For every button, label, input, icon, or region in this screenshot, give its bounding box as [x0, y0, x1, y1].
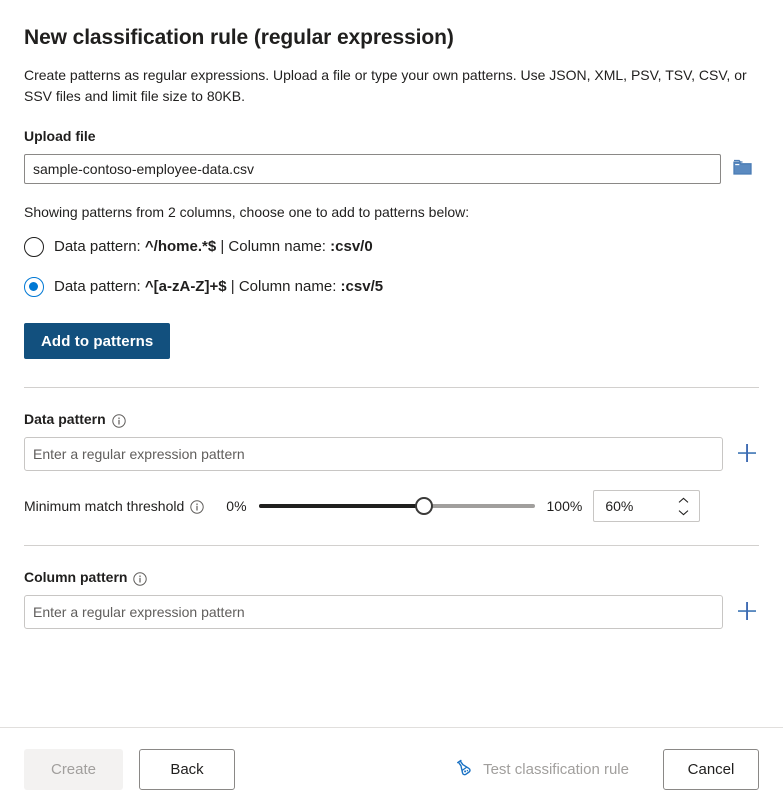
- browse-folder-button[interactable]: [732, 159, 752, 179]
- data-pattern-input[interactable]: [24, 437, 723, 471]
- pattern-option-1-data-prefix: Data pattern:: [54, 278, 145, 295]
- threshold-label: Minimum match threshold: [24, 498, 204, 514]
- upload-file-input[interactable]: [24, 154, 721, 184]
- threshold-decrement-button[interactable]: [676, 507, 690, 517]
- data-pattern-label-text: Data pattern: [24, 411, 106, 427]
- radio-button-unselected-icon[interactable]: [24, 237, 44, 257]
- pattern-option-0-label: Data pattern: ^/home.*$ | Column name: :…: [54, 237, 373, 257]
- column-pattern-input-row: [24, 595, 759, 629]
- data-pattern-input-row: [24, 437, 759, 471]
- column-pattern-input[interactable]: [24, 595, 723, 629]
- dialog-content: New classification rule (regular express…: [0, 0, 783, 359]
- patterns-preview-radio-group: Data pattern: ^/home.*$ | Column name: :…: [24, 231, 759, 303]
- upload-file-label: Upload file: [24, 126, 759, 146]
- pattern-option-1[interactable]: Data pattern: ^[a-zA-Z]+$ | Column name:…: [24, 271, 759, 303]
- pattern-option-1-data-value: ^[a-zA-Z]+$: [144, 278, 227, 295]
- data-pattern-label: Data pattern: [24, 409, 759, 429]
- new-classification-rule-dialog: New classification rule (regular express…: [0, 0, 783, 810]
- threshold-min-label: 0%: [226, 498, 247, 514]
- threshold-spinner[interactable]: 60%: [593, 490, 701, 522]
- slider-thumb[interactable]: [415, 497, 434, 515]
- dialog-footer: Create Back Test classification rule Can…: [0, 728, 783, 810]
- pattern-option-1-column-value: :csv/5: [340, 278, 384, 295]
- plus-icon: [736, 600, 758, 625]
- column-pattern-label-text: Column pattern: [24, 569, 128, 585]
- plus-icon: [736, 442, 758, 467]
- beaker-icon: [454, 758, 473, 781]
- pattern-option-0-data-value: ^/home.*$: [144, 238, 217, 255]
- threshold-value: 60%: [605, 498, 634, 514]
- upload-file-row: [24, 154, 759, 184]
- test-classification-rule-label: Test classification rule: [483, 760, 629, 778]
- info-icon[interactable]: [111, 413, 126, 428]
- pattern-option-0-data-prefix: Data pattern:: [54, 238, 145, 255]
- pattern-option-1-column-prefix: Column name:: [238, 278, 341, 295]
- spinner-arrows: [676, 495, 690, 517]
- folder-icon: [732, 159, 752, 179]
- pattern-option-0-column-value: :csv/0: [330, 238, 373, 255]
- add-to-patterns-button[interactable]: Add to patterns: [24, 323, 171, 359]
- back-button[interactable]: Back: [139, 748, 235, 790]
- add-data-pattern-button[interactable]: [735, 442, 759, 466]
- threshold-label-text: Minimum match threshold: [24, 498, 185, 514]
- minimum-match-threshold-row: Minimum match threshold 0% 100% 60%: [24, 490, 759, 522]
- create-button: Create: [24, 748, 123, 790]
- cancel-button[interactable]: Cancel: [663, 748, 759, 790]
- page-title: New classification rule (regular express…: [24, 26, 454, 49]
- pattern-option-0-column-prefix: Column name:: [228, 238, 331, 255]
- threshold-increment-button[interactable]: [676, 495, 690, 505]
- threshold-slider[interactable]: [258, 496, 535, 516]
- add-column-pattern-button[interactable]: [735, 600, 759, 624]
- info-icon[interactable]: [133, 571, 148, 586]
- info-icon[interactable]: [190, 500, 204, 514]
- threshold-max-label: 100%: [546, 498, 583, 514]
- patterns-preview-caption: Showing patterns from 2 columns, choose …: [24, 204, 470, 220]
- dialog-description: Create patterns as regular expressions. …: [24, 67, 747, 104]
- section-divider-1: [24, 387, 759, 388]
- data-pattern-section: Data pattern Enter a regular expression …: [0, 409, 783, 522]
- slider-fill: [258, 504, 425, 508]
- pattern-option-1-label: Data pattern: ^[a-zA-Z]+$ | Column name:…: [54, 277, 383, 297]
- column-pattern-section: Column pattern: [0, 567, 783, 629]
- test-classification-rule-button: Test classification rule: [454, 758, 629, 781]
- pattern-option-0[interactable]: Data pattern: ^/home.*$ | Column name: :…: [24, 231, 759, 263]
- section-divider-2: [24, 545, 759, 546]
- radio-button-selected-icon[interactable]: [24, 277, 44, 297]
- column-pattern-label: Column pattern: [24, 567, 759, 587]
- upload-file-label-text: Upload file: [24, 128, 96, 144]
